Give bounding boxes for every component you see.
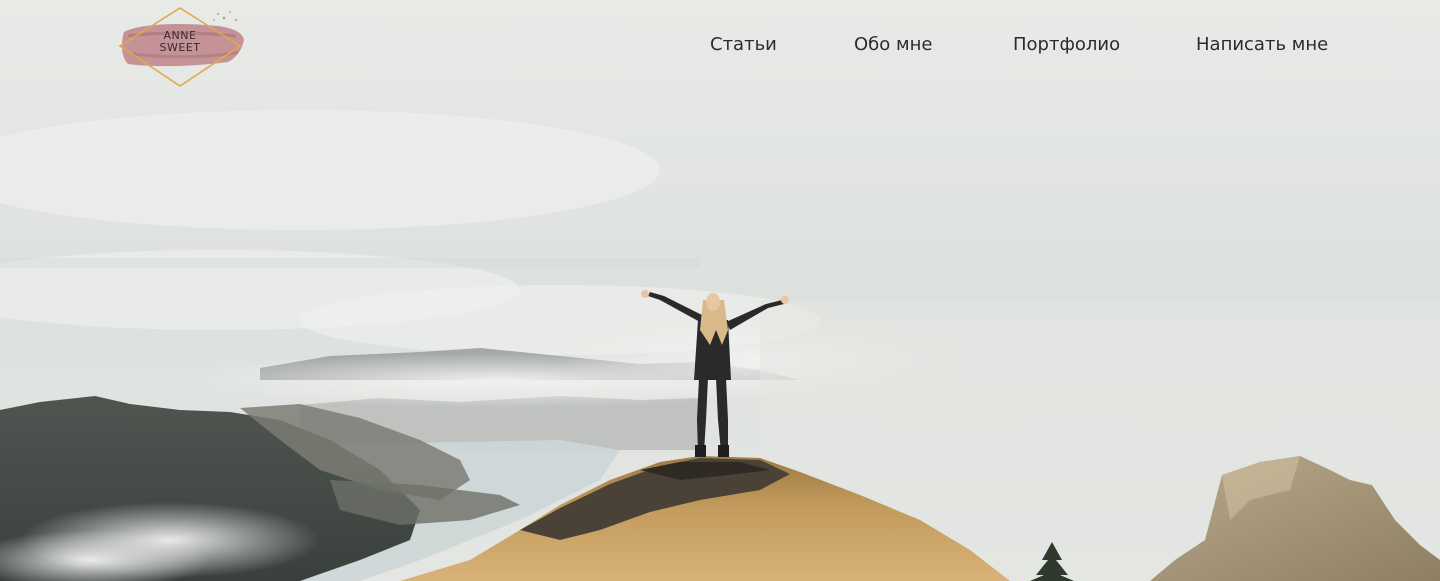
nav-link-portfolio[interactable]: Портфолио — [1013, 33, 1120, 57]
nav-link-articles[interactable]: Статьи — [710, 33, 777, 57]
nav-link-contact[interactable]: Написать мне — [1196, 33, 1328, 57]
nav-link-about[interactable]: Обо мне — [854, 33, 932, 57]
hero-section: ANNE SWEET Статьи Обо мне Портфолио Напи… — [0, 0, 1440, 581]
main-navigation: Статьи Обо мне Портфолио Написать мне — [0, 33, 1440, 59]
